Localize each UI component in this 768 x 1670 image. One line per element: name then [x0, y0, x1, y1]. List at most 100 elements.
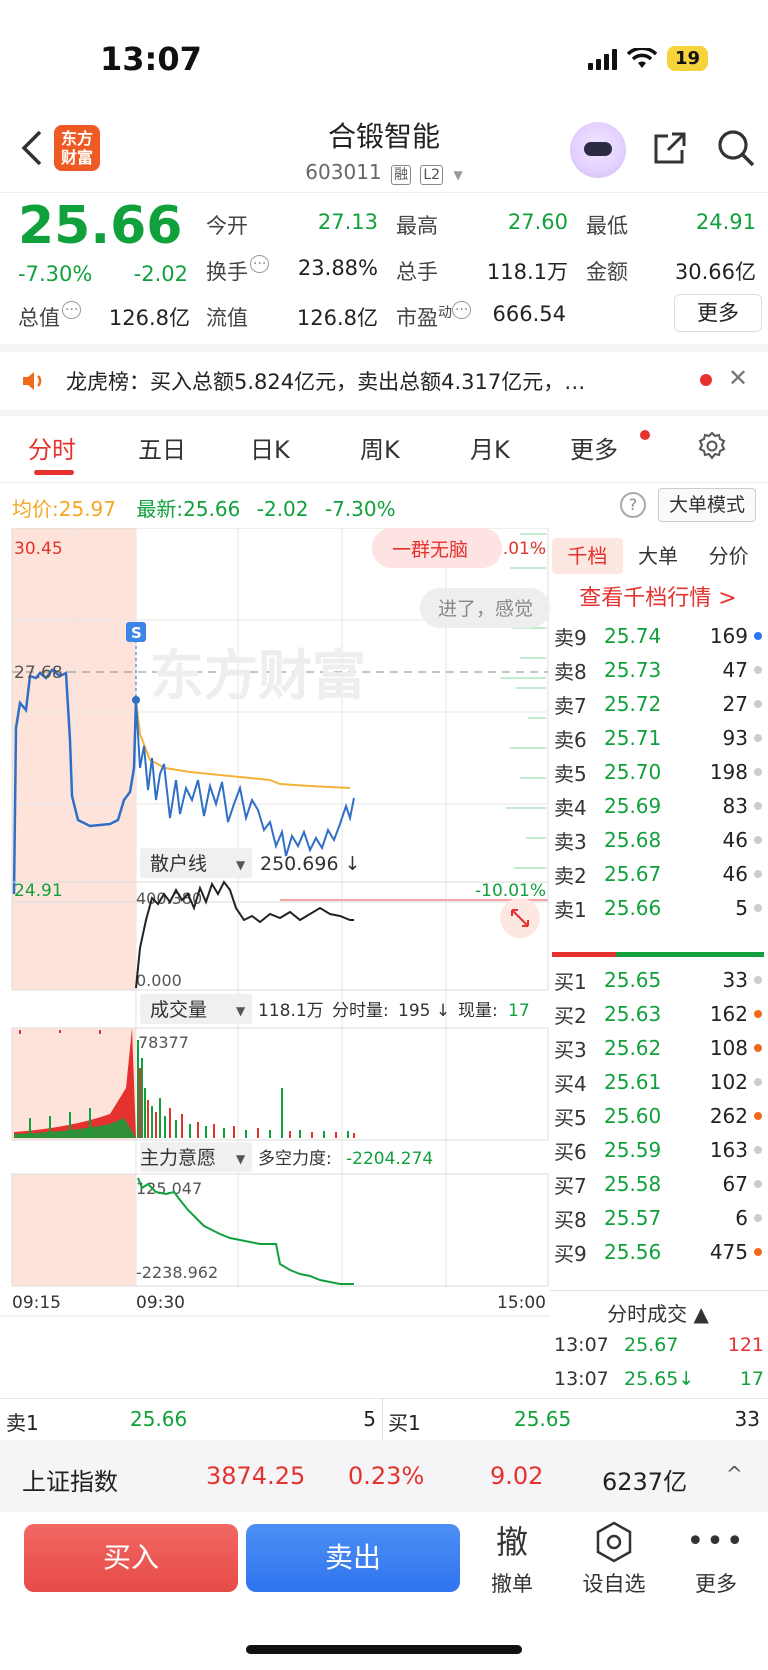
pct-bottom-label: -10.01%: [475, 881, 546, 901]
trades-title[interactable]: 分时成交 ▲: [552, 1298, 764, 1327]
ask-row[interactable]: 卖1 25.66 5: [554, 890, 764, 926]
news-ticker[interactable]: 龙虎榜：买入总额5.824亿元，卖出总额4.317亿元，…: [66, 366, 686, 396]
search-icon[interactable]: [716, 128, 756, 168]
info-dots-icon[interactable]: ···: [250, 255, 270, 273]
ask-row[interactable]: 卖2 25.67 46: [554, 856, 764, 892]
tab-price-distribution[interactable]: 分价: [693, 538, 764, 574]
best-ask-label: 卖1: [6, 1411, 39, 1435]
level-price: 25.61: [604, 1070, 662, 1094]
tab-big-orders[interactable]: 大单: [623, 538, 694, 574]
more-dots-icon: •••: [686, 1524, 746, 1559]
low-label: 最低: [586, 214, 628, 238]
watchlist-icon: [574, 1518, 654, 1568]
order-type-dot: [754, 666, 762, 674]
more-actions-button[interactable]: ••• 更多: [676, 1518, 756, 1598]
big-order-mode-button[interactable]: 大单模式: [658, 488, 756, 522]
svg-text:进了，感觉: 进了，感觉: [438, 598, 533, 620]
level-label: 卖2: [554, 863, 587, 888]
margin-tag: 融: [391, 165, 412, 185]
svg-text:▼: ▼: [236, 858, 246, 872]
index-bar[interactable]: 上证指数 3874.25 0.23% 9.02 6237亿 ^: [0, 1440, 768, 1512]
high-label: 最高: [396, 214, 438, 238]
best-quote-strip: 卖1 25.66 5 买1 25.65 33: [0, 1398, 768, 1438]
bid-row[interactable]: 买8 25.57 6: [554, 1200, 764, 1236]
svg-text:成交量: 成交量: [150, 999, 207, 1021]
ask-row[interactable]: 卖4 25.69 83: [554, 788, 764, 824]
help-icon[interactable]: ?: [620, 492, 646, 518]
bid-row[interactable]: 买6 25.59 163: [554, 1132, 764, 1168]
bid-row[interactable]: 买2 25.63 162: [554, 996, 764, 1032]
ask-row[interactable]: 卖7 25.72 27: [554, 686, 764, 722]
view-thousand-levels-link[interactable]: 查看千档行情 >: [552, 580, 764, 612]
order-type-dot: [754, 802, 762, 810]
ask-row[interactable]: 卖8 25.73 47: [554, 652, 764, 688]
tab-monthly-k[interactable]: 月K: [470, 430, 510, 465]
cancel-order-button[interactable]: 撤 撤单: [472, 1518, 552, 1598]
level-qty: 6: [735, 1206, 748, 1230]
level-label: 卖4: [554, 795, 587, 820]
level-price: 25.63: [604, 1002, 662, 1026]
order-type-dot: [754, 976, 762, 984]
bid-row[interactable]: 买5 25.60 262: [554, 1098, 764, 1134]
tab-weekly-k[interactable]: 周K: [360, 430, 400, 465]
order-type-dot: [754, 1146, 762, 1154]
intraday-chart[interactable]: 东方财富 S 30.45 27.68 24.91 10.01% -10.01% …: [0, 528, 550, 1398]
turnover-label: 换手 ···: [206, 255, 270, 286]
market-cap-value: 126.8亿: [108, 306, 190, 330]
divider: [382, 1398, 383, 1440]
bid-ask-ratio-bar: [552, 952, 764, 957]
info-dots-icon[interactable]: ···: [452, 301, 472, 319]
volume-bars: [137, 1040, 355, 1138]
ask-row[interactable]: 卖3 25.68 46: [554, 822, 764, 858]
order-type-dot: [754, 836, 762, 844]
tab-thousand-levels[interactable]: 千档: [552, 538, 623, 574]
level2-tag: L2: [420, 165, 444, 185]
close-icon[interactable]: ✕: [728, 364, 748, 392]
ask-row[interactable]: 卖5 25.70 198: [554, 754, 764, 790]
tab-more[interactable]: 更多: [570, 430, 618, 465]
trade-time: 13:07: [554, 1368, 609, 1390]
level-label: 卖3: [554, 829, 587, 854]
order-type-dot: [754, 1248, 762, 1256]
status-icons: 19: [587, 46, 708, 71]
time-mid: 09:30: [136, 1293, 185, 1313]
float-cap-label: 流值: [206, 306, 248, 330]
more-quote-button[interactable]: 更多: [674, 294, 762, 332]
stock-code: 603011: [305, 160, 382, 184]
tab-five-day[interactable]: 五日: [138, 430, 186, 465]
chevron-up-icon[interactable]: ^: [726, 1462, 743, 1486]
current-marker: [132, 696, 140, 704]
buy-button[interactable]: 买入: [24, 1524, 238, 1592]
level-qty: 169: [709, 624, 748, 648]
trade-row: 13:07 25.65↓ 17: [554, 1368, 764, 1390]
section-gap: [0, 344, 768, 352]
add-watchlist-button[interactable]: 设自选: [574, 1518, 654, 1598]
level-label: 买9: [554, 1241, 587, 1266]
wifi-icon: [626, 47, 657, 68]
sell-button[interactable]: 卖出: [246, 1524, 460, 1592]
level-price: 25.68: [604, 828, 662, 852]
share-icon[interactable]: [652, 130, 688, 166]
unread-dot: [700, 374, 712, 386]
tab-intraday[interactable]: 分时: [28, 430, 76, 465]
ask-row[interactable]: 卖9 25.74 169: [554, 618, 764, 654]
svg-text:78377: 78377: [138, 1033, 189, 1052]
bid-row[interactable]: 买3 25.62 108: [554, 1030, 764, 1066]
dropdown-triangle-icon[interactable]: ▼: [453, 168, 462, 182]
info-dots-icon[interactable]: ···: [62, 301, 82, 319]
gear-icon[interactable]: [696, 430, 728, 462]
average-price-line: [135, 699, 351, 789]
level-label: 买4: [554, 1071, 587, 1096]
order-type-dot: [754, 632, 762, 640]
level-qty: 475: [709, 1240, 748, 1264]
level-qty: 163: [709, 1138, 748, 1162]
assistant-robot-icon[interactable]: [570, 122, 626, 178]
bid-row[interactable]: 买7 25.58 67: [554, 1166, 764, 1202]
bid-row[interactable]: 买1 25.65 33: [554, 962, 764, 998]
tab-daily-k[interactable]: 日K: [250, 430, 290, 465]
trade-time: 13:07: [554, 1334, 609, 1356]
ask-row[interactable]: 卖6 25.71 93: [554, 720, 764, 756]
current-price: 25.66: [18, 196, 183, 256]
bid-row[interactable]: 买4 25.61 102: [554, 1064, 764, 1100]
bid-row[interactable]: 买9 25.56 475: [554, 1234, 764, 1270]
